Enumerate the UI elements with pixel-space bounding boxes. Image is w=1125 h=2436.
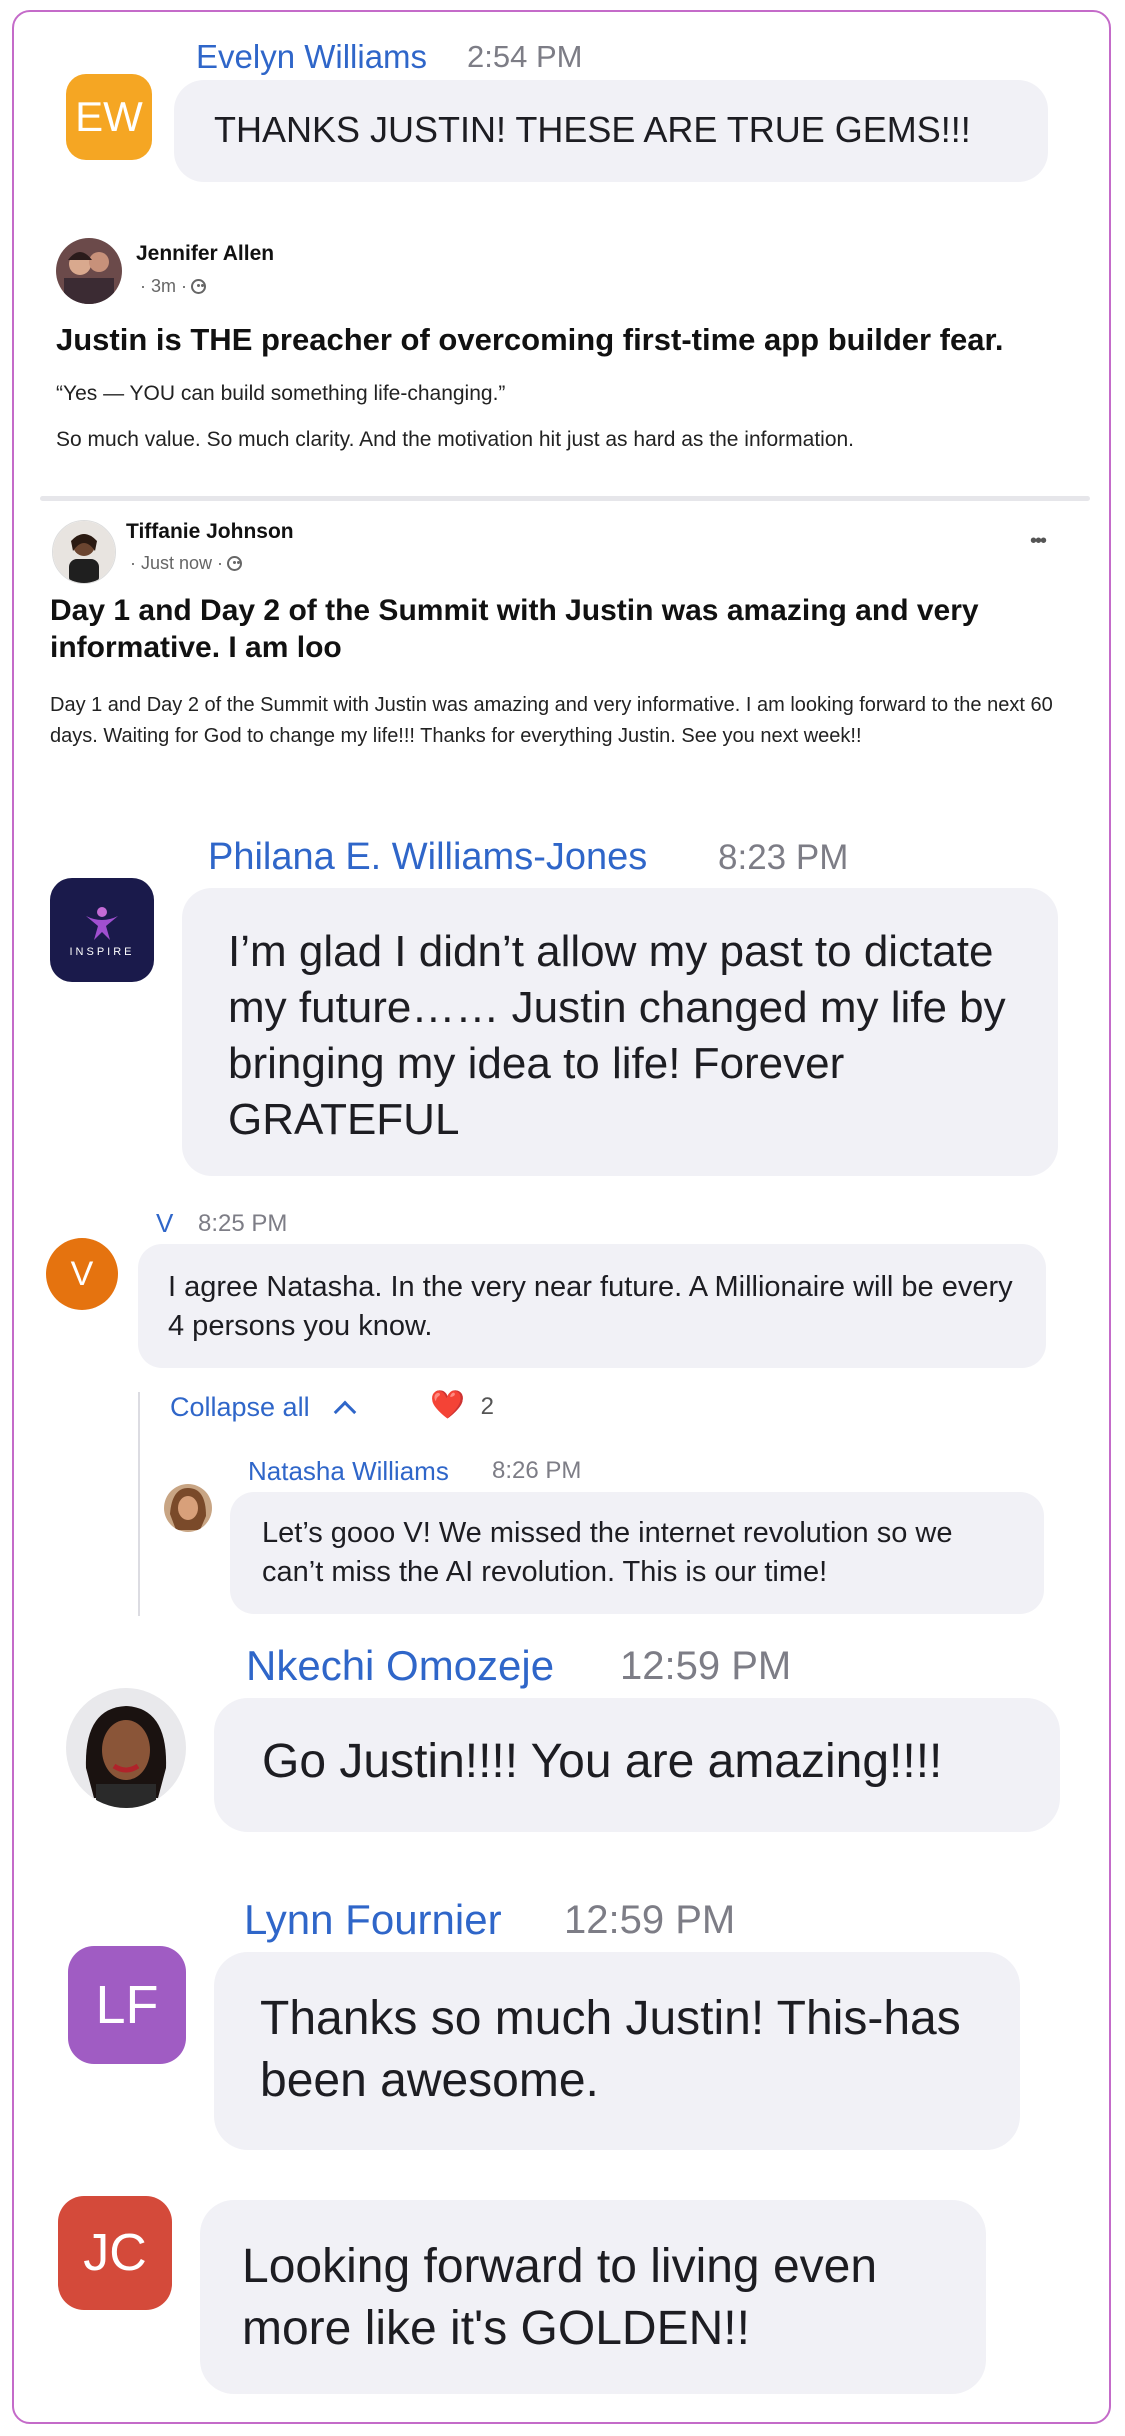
timestamp-nkechi: 12:59 PM (620, 1644, 792, 1688)
message-bubble-nkechi: Go Justin!!!! You are amazing!!!! (214, 1698, 1060, 1832)
logo-text: INSPIRE (69, 946, 135, 958)
timestamp-evelyn: 2:54 PM (467, 39, 583, 74)
post-author-tiffanie[interactable]: Tiffanie Johnson (126, 520, 294, 544)
audience-icon (191, 279, 206, 294)
avatar-evelyn: EW (66, 74, 152, 160)
post-title-tiffanie: Day 1 and Day 2 of the Summit with Justi… (50, 594, 979, 664)
message-bubble-jc: Looking forward to living even more like… (200, 2200, 986, 2394)
audience-icon (227, 556, 243, 571)
message-text-philana: I’m glad I didn’t allow my past to dicta… (228, 927, 1006, 1144)
post-divider (40, 496, 1090, 501)
post-meta-jennifer: · 3m · (140, 276, 206, 297)
message-bubble-philana: I’m glad I didn’t allow my past to dicta… (182, 888, 1058, 1176)
avatar-jennifer (56, 238, 122, 304)
post-meta-tiffanie: · Just now · (130, 553, 243, 574)
chevron-up-icon (333, 1400, 357, 1424)
collapse-all-button[interactable]: Collapse all (170, 1392, 357, 1424)
post-title-jennifer: Justin is THE preacher of overcoming fir… (56, 322, 1004, 357)
sender-name-v: V (156, 1208, 174, 1238)
message-bubble-lynn: Thanks so much Justin! This-has been awe… (214, 1952, 1020, 2150)
sender-name-philana: Philana E. Williams-Jones (208, 836, 648, 878)
post-author-jennifer[interactable]: Jennifer Allen (136, 242, 274, 266)
sender-name-evelyn: Evelyn Williams (196, 38, 428, 75)
timestamp-philana: 8:23 PM (718, 838, 849, 877)
more-options-icon[interactable]: ••• (1030, 530, 1047, 553)
message-text-natasha: Let’s gooo V! We missed the internet rev… (262, 1517, 953, 1588)
avatar-jc: JC (58, 2196, 172, 2310)
heart-icon: ❤️ (430, 1389, 465, 1420)
message-bubble-evelyn: THANKS JUSTIN! THESE ARE TRUE GEMS!!! (174, 80, 1048, 182)
sender-name-natasha: Natasha Williams (248, 1456, 449, 1486)
message-text-lynn: Thanks so much Justin! This-has been awe… (260, 1992, 961, 2107)
message-text-evelyn: THANKS JUSTIN! THESE ARE TRUE GEMS!!! (214, 109, 971, 150)
timestamp-v: 8:25 PM (198, 1210, 288, 1237)
avatar-natasha (164, 1484, 212, 1532)
reaction-count: 2 (480, 1393, 495, 1420)
inspire-logo-icon (86, 907, 118, 940)
post-body-jennifer: So much value. So much clarity. And the … (56, 428, 855, 451)
message-bubble-natasha: Let’s gooo V! We missed the internet rev… (230, 1492, 1044, 1614)
message-text-jc: Looking forward to living even more like… (242, 2240, 878, 2355)
post-body-tiffanie: Day 1 and Day 2 of the Summit with Justi… (50, 694, 1053, 747)
thread-line (138, 1392, 140, 1616)
timestamp-lynn: 12:59 PM (564, 1898, 736, 1942)
message-text-nkechi: Go Justin!!!! You are amazing!!!! (262, 1735, 943, 1788)
message-text-v: I agree Natasha. In the very near future… (168, 1271, 1013, 1342)
avatar-v: V (46, 1238, 118, 1310)
avatar-nkechi (66, 1688, 186, 1808)
reaction-heart[interactable]: ❤️ 2 (430, 1388, 494, 1421)
message-bubble-v: I agree Natasha. In the very near future… (138, 1244, 1046, 1368)
sender-name-nkechi: Nkechi Omozeje (246, 1642, 555, 1689)
post-quote-jennifer: “Yes — YOU can build something life-chan… (56, 382, 506, 405)
timestamp-natasha: 8:26 PM (492, 1457, 582, 1484)
avatar-lynn: LF (68, 1946, 186, 2064)
avatar-tiffanie (52, 520, 116, 584)
avatar-philana-logo: INSPIRE (50, 878, 154, 982)
sender-name-lynn: Lynn Fournier (244, 1896, 502, 1943)
